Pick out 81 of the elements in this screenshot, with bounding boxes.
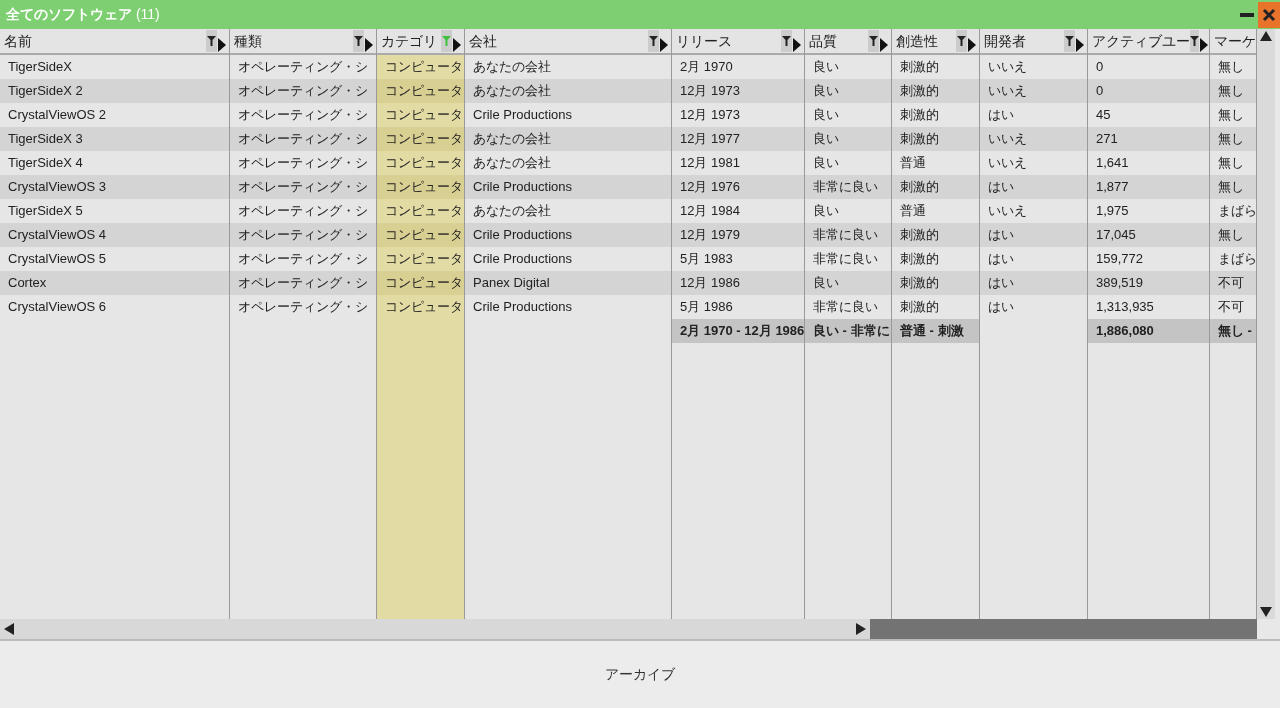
table-cell: はい — [980, 175, 1087, 199]
table-cell: オペレーティング・シ — [230, 271, 376, 295]
table-cell: オペレーティング・シ — [230, 175, 376, 199]
filter-icon[interactable] — [1064, 30, 1075, 52]
summary-cell: 良い - 非常に — [805, 319, 891, 343]
table-cell: コンピュータ — [377, 127, 464, 151]
table-cell: 良い — [805, 79, 891, 103]
table-cell: コンピュータ — [377, 247, 464, 271]
table-cell: 無し — [1210, 175, 1256, 199]
filter-icon[interactable] — [1190, 30, 1199, 52]
table-cell: コンピュータ — [377, 271, 464, 295]
column-header[interactable]: マーケ — [1210, 29, 1256, 55]
table-cell: Crile Productions — [465, 175, 671, 199]
table-cell: CrystalViewOS 3 — [0, 175, 229, 199]
table-cell: あなたの会社 — [465, 79, 671, 103]
close-button[interactable] — [1258, 1, 1280, 28]
item-count: (11) — [135, 6, 160, 22]
summary-cell: 無し - — [1210, 319, 1256, 343]
close-icon[interactable] — [1262, 7, 1276, 22]
scrollbar-thumb[interactable] — [870, 619, 1257, 639]
window-title: 全てのソフトウェア — [6, 6, 133, 22]
scroll-down-icon[interactable] — [1260, 607, 1272, 617]
table-cell: 17,045 — [1088, 223, 1209, 247]
table-cell: 12月 1979 — [672, 223, 804, 247]
table-cell: 良い — [805, 127, 891, 151]
table-cell: 不可 — [1210, 271, 1256, 295]
table-cell: 271 — [1088, 127, 1209, 151]
scroll-left-icon[interactable] — [4, 623, 14, 635]
summary-cell: 普通 - 刺激 — [892, 319, 979, 343]
filter-icon[interactable] — [781, 30, 792, 52]
table-cell: コンピュータ — [377, 295, 464, 319]
table-cell: 389,519 — [1088, 271, 1209, 295]
table-cell: 刺激的 — [892, 127, 979, 151]
scroll-up-icon[interactable] — [1260, 31, 1272, 41]
table-cell: いいえ — [980, 79, 1087, 103]
table-cell: 12月 1973 — [672, 79, 804, 103]
table-cell: 刺激的 — [892, 223, 979, 247]
filter-icon[interactable] — [353, 30, 364, 52]
table-cell: 0 — [1088, 79, 1209, 103]
table-cell: コンピュータ — [377, 103, 464, 127]
table-cell: Crile Productions — [465, 223, 671, 247]
table-cell: TigerSideX 3 — [0, 127, 229, 151]
table-cell: 良い — [805, 271, 891, 295]
table-cell: TigerSideX 2 — [0, 79, 229, 103]
archive-button[interactable]: アーカイブ — [599, 663, 681, 686]
table-cell: はい — [980, 271, 1087, 295]
table-cell: オペレーティング・シ — [230, 127, 376, 151]
table-cell: コンピュータ — [377, 55, 464, 79]
table-cell: 刺激的 — [892, 271, 979, 295]
table-cell: CrystalViewOS 4 — [0, 223, 229, 247]
table-cell: いいえ — [980, 127, 1087, 151]
table-cell: オペレーティング・シ — [230, 79, 376, 103]
table-cell: 非常に良い — [805, 223, 891, 247]
table-cell: 1,877 — [1088, 175, 1209, 199]
table-cell: 無し — [1210, 223, 1256, 247]
table-cell: Panex Digital — [465, 271, 671, 295]
table-cell: Cortex — [0, 271, 229, 295]
table-cell: コンピュータ — [377, 199, 464, 223]
table-cell: 刺激的 — [892, 175, 979, 199]
table-cell: 刺激的 — [892, 79, 979, 103]
table-cell: 12月 1976 — [672, 175, 804, 199]
scroll-right-icon[interactable] — [856, 623, 866, 635]
summary-cell: 2月 1970 - 12月 1986 — [672, 319, 804, 343]
filter-icon[interactable] — [206, 30, 217, 52]
table-cell: あなたの会社 — [465, 127, 671, 151]
table-cell: コンピュータ — [377, 151, 464, 175]
table-cell: オペレーティング・シ — [230, 223, 376, 247]
table-cell: 12月 1977 — [672, 127, 804, 151]
filter-icon[interactable] — [868, 30, 879, 52]
table-cell: コンピュータ — [377, 223, 464, 247]
table-cell: 12月 1986 — [672, 271, 804, 295]
summary-cell: 1,886,080 — [1088, 319, 1209, 343]
table-cell: 非常に良い — [805, 175, 891, 199]
table-cell: 無し — [1210, 127, 1256, 151]
table-cell: はい — [980, 223, 1087, 247]
table-cell: コンピュータ — [377, 79, 464, 103]
filter-icon[interactable] — [648, 30, 659, 52]
filter-icon[interactable] — [956, 30, 967, 52]
table-cell: 無し — [1210, 79, 1256, 103]
minimize-icon[interactable] — [1240, 12, 1254, 17]
table-cell: コンピュータ — [377, 175, 464, 199]
